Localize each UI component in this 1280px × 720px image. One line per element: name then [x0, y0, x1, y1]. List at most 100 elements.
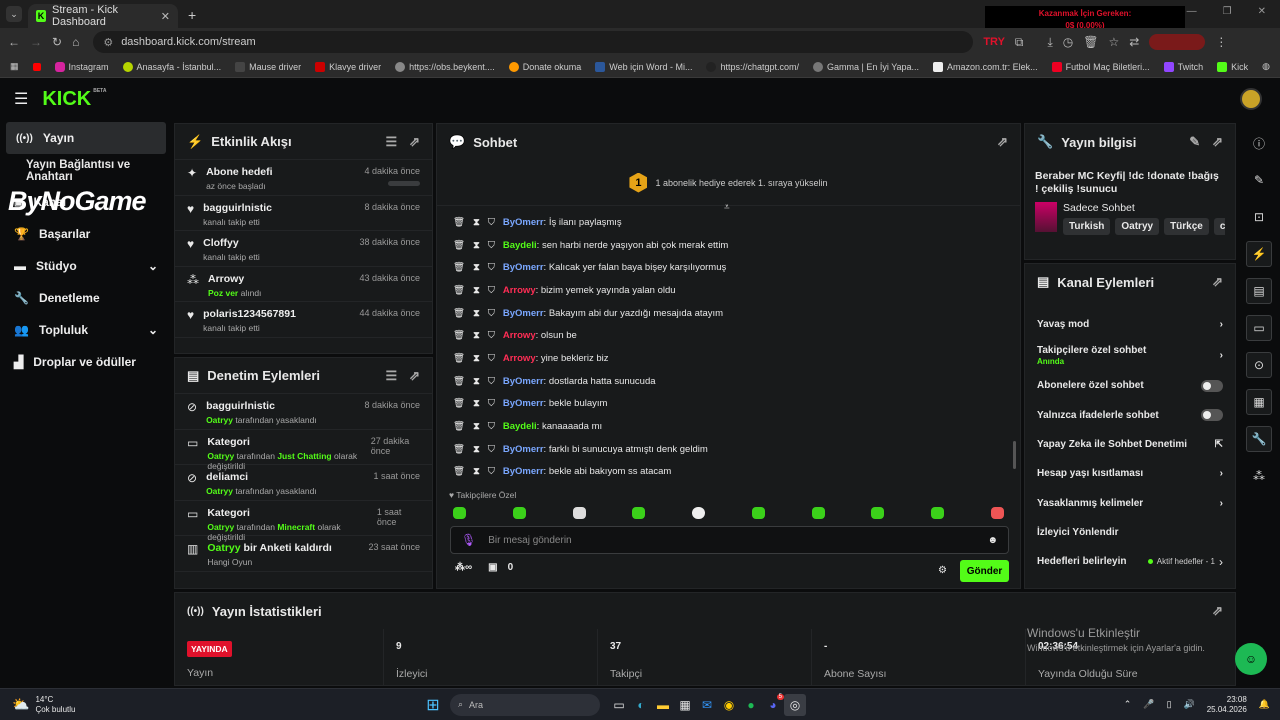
bookmark-item[interactable]: Mause driver	[235, 61, 301, 72]
goals-row[interactable]: Hedefleri belirleyin Aktif hedefler - 1 ›	[1025, 547, 1235, 576]
timeout-icon[interactable]: ⧗	[473, 353, 480, 364]
bookmark-item[interactable]: Kick	[1217, 61, 1248, 72]
spotify-icon[interactable]: ●	[740, 694, 762, 716]
timeout-icon[interactable]: ⧗	[473, 217, 480, 228]
sidebar-item-basarilar[interactable]: 🏆 Başarılar	[0, 218, 172, 250]
timeout-icon[interactable]: ⧗	[473, 285, 480, 296]
capture-icon[interactable]: ⊡	[1246, 204, 1272, 230]
followers-only-row[interactable]: Takipçilere özel sohbet Anında ›	[1025, 339, 1235, 371]
popout-icon[interactable]: ⇗	[409, 368, 420, 384]
emote-icon[interactable]	[990, 507, 1004, 519]
network-icon[interactable]: ▯	[1167, 699, 1172, 710]
discord-icon[interactable]: ◕ 5	[762, 693, 784, 716]
slow-mode-row[interactable]: Yavaş mod ›	[1025, 310, 1235, 339]
profile-avatar[interactable]	[1149, 34, 1206, 50]
chat-username[interactable]: ByOmerr	[503, 217, 544, 228]
delete-message-icon[interactable]: 🗑	[453, 308, 465, 319]
points-icon[interactable]: ⁂∞	[455, 562, 472, 573]
tab-list-icon[interactable]: ⌄	[6, 6, 22, 22]
subscribers-only-toggle[interactable]	[1201, 379, 1223, 392]
obs-icon[interactable]: ◎	[784, 693, 806, 716]
send-button[interactable]: Gönder	[960, 560, 1009, 582]
chat-bubble-icon[interactable]: ▭	[1246, 315, 1272, 341]
reload-icon[interactable]: ↻	[52, 35, 62, 49]
emote-icon[interactable]	[632, 507, 646, 519]
delete-message-icon[interactable]: 🗑	[453, 444, 465, 455]
download-icon[interactable]: ⤓	[1047, 35, 1052, 50]
chat-username[interactable]: Arrowy	[503, 330, 536, 341]
channel-actions-icon[interactable]: ▦	[1246, 389, 1272, 415]
emote-icon[interactable]	[931, 507, 945, 519]
hamburger-menu-icon[interactable]: ☰	[14, 89, 28, 109]
bookmark-item[interactable]: Amazon.com.tr: Elek...	[933, 61, 1038, 72]
bookmark-item[interactable]: Instagram	[54, 61, 109, 72]
start-icon[interactable]: ⊞	[422, 694, 444, 716]
delete-message-icon[interactable]: 🗑	[453, 353, 465, 364]
points-icon[interactable]: ⁂	[1246, 463, 1272, 489]
tray-chevron-icon[interactable]: ⌃	[1124, 699, 1132, 710]
window-close-icon[interactable]: ✕	[1258, 6, 1266, 17]
globe-icon[interactable]: ◍	[1262, 61, 1270, 72]
bookmark-star-icon[interactable]: ☆	[1109, 35, 1120, 49]
chat-username[interactable]: ByOmerr	[503, 376, 544, 387]
chat-username[interactable]: ByOmerr	[503, 444, 544, 455]
emote-icon[interactable]	[512, 507, 526, 519]
popout-icon[interactable]: ⇗	[1212, 134, 1223, 150]
youtube-icon[interactable]	[32, 62, 41, 71]
bookmark-item[interactable]: https://chatgpt.com/	[706, 61, 799, 72]
weather-widget[interactable]: ⛅ 14°C Çok bulutlu	[0, 695, 200, 715]
sidebar-item-stream-key[interactable]: Yayın Bağlantısı ve Anahtarı	[0, 156, 172, 186]
document-icon[interactable]: ▤	[1246, 278, 1272, 304]
host-viewers-row[interactable]: İzleyici Yönlendir	[1025, 518, 1235, 547]
site-info-icon[interactable]: ⚙	[103, 36, 113, 49]
timeout-icon[interactable]: ⧗	[473, 308, 480, 319]
microphone-icon[interactable]: 🎙	[461, 533, 476, 547]
new-tab-icon[interactable]: +	[188, 7, 196, 23]
delete-message-icon[interactable]: 🗑	[453, 262, 465, 273]
volume-icon[interactable]: 🔊	[1184, 699, 1195, 710]
address-bar[interactable]: ⚙ dashboard.kick.com/stream	[93, 31, 974, 53]
delete-message-icon[interactable]: 🗑	[453, 240, 465, 251]
tab-close-icon[interactable]: ✕	[161, 10, 170, 23]
mail-icon[interactable]: ✉	[696, 694, 718, 716]
chat-username[interactable]: ByOmerr	[503, 262, 544, 273]
chat-username[interactable]: ByOmerr	[503, 466, 544, 477]
maximize-icon[interactable]: ❐	[1223, 6, 1232, 17]
bookmark-item[interactable]: Donate okuma	[508, 61, 581, 72]
timeout-icon[interactable]: ⧗	[473, 262, 480, 273]
bookmark-item[interactable]: Anasayfa - İstanbul...	[122, 61, 221, 72]
taskbar-search[interactable]: ⌕ Ara	[450, 693, 600, 716]
broadcast-icon[interactable]: ⊙	[1246, 352, 1272, 378]
wrench-icon[interactable]: 🔧	[1246, 426, 1272, 452]
timeout-icon[interactable]: ⧗	[473, 444, 480, 455]
clock[interactable]: 23:08 25.04.2026	[1207, 695, 1247, 715]
timeout-icon[interactable]: ⧗	[473, 398, 480, 409]
timeout-icon[interactable]: ⧗	[473, 466, 480, 477]
file-explorer-icon[interactable]: ▬	[652, 694, 674, 716]
bookmark-item[interactable]: https://obs.beykent....	[395, 61, 495, 72]
timeout-icon[interactable]: ⧗	[473, 240, 480, 251]
forward-icon[interactable]: →	[30, 35, 42, 49]
notification-icon[interactable]: 🔔	[1259, 699, 1270, 710]
chat-username[interactable]: Arrowy	[503, 353, 536, 364]
account-age-row[interactable]: Hesap yaşı kısıtlaması ›	[1025, 459, 1235, 488]
sidebar-item-yayin[interactable]: ((•)) Yayın	[6, 122, 166, 154]
delete-message-icon[interactable]: 🗑	[453, 376, 465, 387]
bookmark-item[interactable]: Twitch	[1163, 61, 1203, 72]
banned-words-row[interactable]: Yasaklanmış kelimeler ›	[1025, 488, 1235, 517]
chat-username[interactable]: Baydeli	[503, 240, 537, 251]
delete-message-icon[interactable]: 🗑	[453, 285, 465, 296]
delete-message-icon[interactable]: 🗑	[453, 330, 465, 341]
emote-icon[interactable]	[453, 507, 466, 519]
edge-icon[interactable]: ◐	[630, 694, 652, 716]
user-avatar[interactable]	[1240, 88, 1262, 110]
chat-username[interactable]: ByOmerr	[503, 398, 544, 409]
timeout-icon[interactable]: ⧗	[473, 330, 480, 341]
delete-message-icon[interactable]: 🗑	[453, 217, 465, 228]
task-view-icon[interactable]: ▭	[608, 694, 630, 716]
lightning-icon[interactable]: ⚡	[1246, 241, 1272, 267]
ai-moderation-row[interactable]: Yapay Zeka ile Sohbet Denetimi ⇱	[1025, 430, 1235, 459]
delete-message-icon[interactable]: 🗑	[453, 398, 465, 409]
sidebar-item-droplar[interactable]: ▟ Droplar ve ödüller	[0, 346, 172, 378]
apps-grid-icon[interactable]: ▦	[10, 61, 19, 72]
